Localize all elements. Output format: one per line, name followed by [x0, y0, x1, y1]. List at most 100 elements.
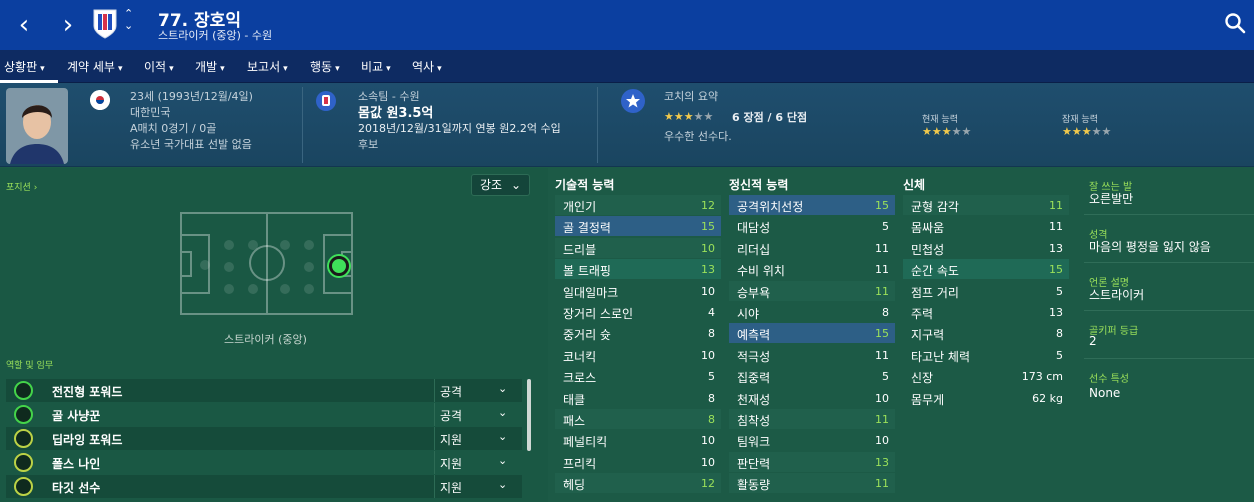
position-slot [304, 240, 314, 250]
player-photo[interactable] [6, 88, 68, 164]
chevron-down-icon[interactable]: ⌄ [498, 406, 507, 419]
back-arrow-icon[interactable]: ‹ [10, 8, 38, 42]
attribute-row[interactable]: 점프 거리 5 [903, 281, 1069, 301]
tab-contract[interactable]: 계약 세부 ▾ [67, 58, 123, 75]
attribute-row[interactable]: 판단력 13 [729, 451, 895, 472]
coach-description: 우수한 선수다. [664, 130, 732, 143]
attribute-value: 11 [875, 263, 889, 277]
duty-select[interactable]: 공격 [440, 383, 462, 400]
coach-rating-stars: ★★★★★ [664, 110, 714, 123]
attribute-name: 대담성 [737, 221, 771, 236]
attribute-row[interactable]: 몸무게 62 kg [903, 388, 1069, 408]
role-row[interactable]: 딥라잉 포워드 지원 ⌄ [6, 427, 522, 450]
role-row[interactable]: 타깃 선수 지원 ⌄ [6, 475, 522, 498]
attribute-row[interactable]: 팀워크 10 [729, 430, 895, 450]
roles-scrollbar[interactable] [527, 379, 531, 451]
duty-select[interactable]: 지원 [440, 455, 462, 472]
club-crest-icon[interactable] [92, 8, 118, 40]
attribute-row[interactable]: 주력 13 [903, 302, 1069, 322]
tab-actions[interactable]: 행동 ▾ [310, 58, 340, 75]
role-row[interactable]: 폴스 나인 지원 ⌄ [6, 451, 522, 474]
attribute-name: 개인기 [563, 200, 597, 214]
attribute-row[interactable]: 일대일마크 10 [555, 281, 721, 301]
attribute-row[interactable]: 태클 8 [555, 388, 721, 408]
attribute-row[interactable]: 헤딩 12 [555, 473, 721, 494]
tab-history[interactable]: 역사 ▾ [412, 58, 442, 75]
menu-bar: 상황판 ▾ 계약 세부 ▾ 이적 ▾ 개발 ▾ 보고서 ▾ 행동 ▾ 비교 ▾ 역사 ▾ [0, 50, 1254, 83]
attribute-row[interactable]: 드리블 10 [555, 237, 721, 258]
attribute-row[interactable]: 집중력 5 [729, 366, 895, 386]
attribute-row[interactable]: 개인기 12 [555, 195, 721, 215]
position-slot [200, 260, 210, 270]
attribute-value: 10 [701, 348, 715, 362]
attribute-name: 판단력 [737, 456, 771, 471]
search-icon[interactable] [1224, 12, 1246, 34]
attribute-row[interactable]: 골 결정력 15 [555, 216, 721, 237]
attribute-row[interactable]: 순간 속도 15 [903, 259, 1069, 280]
attribute-row[interactable]: 몸싸움 11 [903, 216, 1069, 236]
role-rating-icon [14, 477, 33, 496]
attribute-row[interactable]: 균형 감각 11 [903, 195, 1069, 215]
attribute-row[interactable]: 활동량 11 [729, 473, 895, 494]
chevron-down-icon[interactable]: ⌄ [498, 430, 507, 443]
role-row[interactable]: 전진형 포워드 공격 ⌄ [6, 379, 522, 402]
attribute-name: 팀워크 [737, 435, 771, 450]
attribute-row[interactable]: 신장 173 cm [903, 366, 1069, 386]
attribute-name: 공격위치선정 [737, 200, 804, 214]
club-badge-icon[interactable] [316, 90, 336, 112]
attribute-name: 골 결정력 [563, 221, 611, 236]
chevron-down-icon[interactable]: ⌄ [498, 454, 507, 467]
tab-development[interactable]: 개발 ▾ [195, 58, 225, 75]
attribute-row[interactable]: 타고난 체력 5 [903, 345, 1069, 365]
attribute-value: 5 [1056, 284, 1063, 298]
attribute-row[interactable]: 침착성 11 [729, 409, 895, 429]
duty-select[interactable]: 지원 [440, 431, 462, 448]
forward-arrow-icon[interactable]: › [54, 8, 82, 42]
position-link[interactable]: 포지션 › [6, 180, 37, 193]
emphasis-dropdown[interactable]: 강조 ⌄ [471, 174, 530, 196]
attribute-name: 지구력 [911, 328, 945, 343]
attribute-row[interactable]: 민첩성 13 [903, 238, 1069, 258]
attribute-row[interactable]: 중거리 슛 8 [555, 323, 721, 343]
attribute-row[interactable]: 볼 트래핑 13 [555, 259, 721, 280]
personality: 마음의 평정을 잃지 않음 [1089, 240, 1211, 254]
attribute-row[interactable]: 적극성 11 [729, 345, 895, 365]
chevron-down-icon[interactable]: ⌄ [498, 478, 507, 491]
attribute-row[interactable]: 코너킥 10 [555, 345, 721, 365]
potential-ability-label: 잠재 능력 [1062, 115, 1098, 125]
attribute-row[interactable]: 수비 위치 11 [729, 259, 895, 279]
attribute-row[interactable]: 프리킥 10 [555, 452, 721, 472]
tab-reports[interactable]: 보고서 ▾ [247, 58, 288, 75]
duty-select[interactable]: 지원 [440, 479, 462, 496]
chevron-down-icon[interactable]: ⌄ [498, 382, 507, 395]
role-row[interactable]: 골 사냥꾼 공격 ⌄ [6, 403, 522, 426]
attribute-name: 천재성 [737, 392, 771, 407]
attribute-value: 8 [708, 413, 715, 426]
attribute-row[interactable]: 승부욕 11 [729, 280, 895, 301]
attribute-row[interactable]: 리더십 11 [729, 238, 895, 258]
attribute-name: 드리블 [563, 242, 597, 257]
attribute-row[interactable]: 공격위치선정 15 [729, 195, 895, 215]
attribute-row[interactable]: 패스 8 [555, 409, 721, 429]
tab-transfer[interactable]: 이적 ▾ [144, 58, 174, 75]
divider [597, 87, 598, 163]
attribute-row[interactable]: 대담성 5 [729, 216, 895, 236]
tab-compare[interactable]: 비교 ▾ [361, 58, 391, 75]
position-slot [304, 262, 314, 272]
attribute-row[interactable]: 시야 8 [729, 302, 895, 322]
attribute-row[interactable]: 지구력 8 [903, 323, 1069, 343]
attribute-value: 13 [701, 263, 715, 277]
attribute-name: 헤딩 [563, 478, 586, 493]
attribute-row[interactable]: 장거리 스로인 4 [555, 302, 721, 322]
attribute-row[interactable]: 예측력 15 [729, 323, 895, 344]
attribute-row[interactable]: 페널티킥 10 [555, 430, 721, 450]
nation-flag-icon[interactable] [90, 90, 110, 110]
squad-status: 후보 [358, 138, 379, 151]
tab-overview[interactable]: 상황판 ▾ [4, 58, 45, 75]
crest-switch-chevrons[interactable]: ⌃ ⌄ [124, 8, 133, 32]
duty-select[interactable]: 공격 [440, 407, 462, 424]
page-subtitle: 스트라이커 (중앙) - 수원 [158, 29, 273, 42]
potential-ability-stars: ★★★★★ [1062, 125, 1112, 138]
attribute-row[interactable]: 천재성 10 [729, 388, 895, 408]
attribute-row[interactable]: 크로스 5 [555, 366, 721, 386]
